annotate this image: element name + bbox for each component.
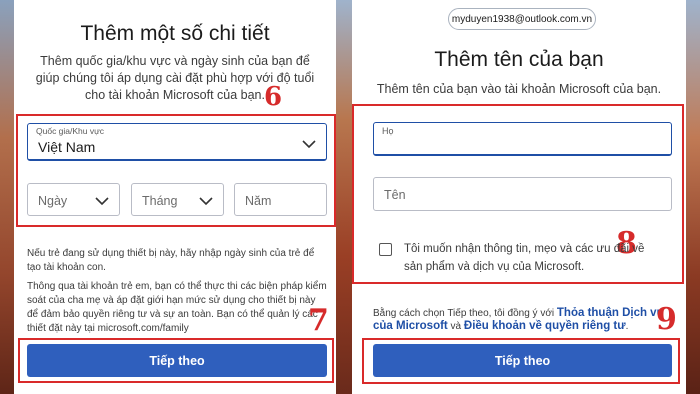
next-button[interactable]: Tiếp theo <box>27 344 327 377</box>
desktop-background-right <box>686 0 700 394</box>
account-email-badge: myduyen1938@outlook.com.vn <box>448 8 596 30</box>
child-account-note: Nếu trẻ đang sử dụng thiết bị này, hãy n… <box>27 248 315 273</box>
marketing-opt-in-label: Tôi muốn nhận thông tin, mẹo và các ưu đ… <box>404 243 645 273</box>
page-title: Thêm tên của bạn <box>434 48 604 71</box>
country-label: Quốc gia/Khu vực <box>36 126 105 136</box>
add-details-panel: Thêm một số chi tiết Thêm quốc gia/khu v… <box>14 0 336 394</box>
year-placeholder: Năm <box>245 194 272 208</box>
step-number-annotation: 7 <box>308 303 329 338</box>
desktop-background-middle <box>336 0 352 394</box>
parental-control-note: Thông qua tài khoản trẻ em, bạn có thể t… <box>27 281 327 334</box>
next-button[interactable]: Tiếp theo <box>373 344 672 377</box>
chevron-down-icon <box>199 197 213 206</box>
month-placeholder: Tháng <box>142 194 178 208</box>
chevron-down-icon <box>302 140 316 149</box>
first-name-placeholder: Tên <box>384 188 406 202</box>
first-name-input[interactable]: Tên <box>373 177 672 211</box>
birth-month-select[interactable]: Tháng <box>131 183 224 216</box>
country-value: Việt Nam <box>38 139 96 155</box>
last-name-input[interactable]: Họ <box>373 122 672 156</box>
terms-prefix: Bằng cách chọn Tiếp theo, tôi đồng ý với <box>373 308 557 319</box>
chevron-down-icon <box>95 197 109 206</box>
step-number-annotation: 9 <box>656 302 677 337</box>
marketing-opt-in-checkbox[interactable] <box>379 243 392 256</box>
desktop-background-left <box>0 0 14 394</box>
country-select[interactable]: Quốc gia/Khu vực Việt Nam <box>27 123 327 161</box>
terms-suffix: . <box>625 321 629 332</box>
privacy-terms-link[interactable]: Điều khoản về quyền riêng tư <box>464 320 626 332</box>
birth-year-input[interactable]: Năm <box>234 183 327 216</box>
terms-and: và <box>447 321 464 332</box>
add-name-panel: myduyen1938@outlook.com.vn Thêm tên của … <box>352 0 686 394</box>
page-title: Thêm một số chi tiết <box>80 22 270 45</box>
page-description: Thêm tên của bạn vào tài khoản Microsoft… <box>376 82 662 96</box>
step-number-annotation: 6 <box>264 82 283 112</box>
day-placeholder: Ngày <box>38 194 68 208</box>
terms-text: Bằng cách chọn Tiếp theo, tôi đồng ý với… <box>373 307 669 333</box>
birth-day-select[interactable]: Ngày <box>27 183 120 216</box>
last-name-label: Họ <box>382 126 394 136</box>
